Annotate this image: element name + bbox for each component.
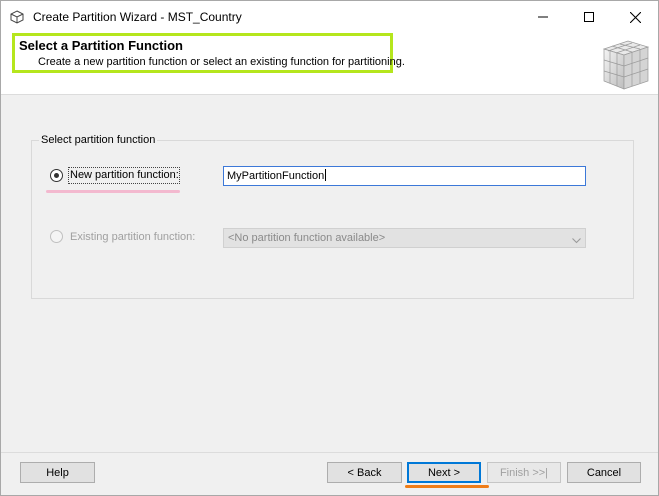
window-title: Create Partition Wizard - MST_Country	[33, 10, 242, 24]
maximize-button[interactable]	[566, 1, 612, 33]
function-name-value: MyPartitionFunction	[227, 170, 325, 182]
existing-function-value: <No partition function available>	[228, 232, 386, 244]
existing-function-radio[interactable]	[50, 230, 63, 243]
app-icon	[10, 10, 24, 24]
new-function-radio[interactable]	[50, 169, 63, 182]
minimize-button[interactable]	[520, 1, 566, 33]
help-button[interactable]: Help	[20, 462, 95, 483]
minimize-icon	[538, 12, 548, 22]
chevron-down-icon	[572, 234, 581, 248]
select-partition-function-group	[31, 140, 634, 299]
maximize-icon	[584, 12, 594, 22]
group-legend: Select partition function	[39, 134, 158, 146]
close-icon	[629, 11, 641, 23]
title-bar[interactable]: Create Partition Wizard - MST_Country	[1, 1, 658, 33]
footer-separator	[1, 452, 658, 453]
pink-underline-annotation	[46, 190, 180, 193]
existing-function-select[interactable]: <No partition function available>	[223, 228, 586, 248]
function-name-input[interactable]: MyPartitionFunction	[223, 166, 586, 186]
page-subtitle: Create a new partition function or selec…	[38, 56, 405, 68]
wizard-header: Select a Partition Function Create a new…	[1, 33, 658, 95]
orange-underline-annotation	[405, 485, 489, 488]
wizard-window: Create Partition Wizard - MST_Country Se…	[0, 0, 659, 496]
next-button[interactable]: Next >	[407, 462, 481, 483]
existing-function-label[interactable]: Existing partition function:	[70, 231, 195, 243]
back-button[interactable]: < Back	[327, 462, 402, 483]
text-caret	[325, 169, 327, 181]
radio-selected-dot	[54, 173, 59, 178]
close-button[interactable]	[612, 1, 658, 33]
cancel-button[interactable]: Cancel	[567, 462, 641, 483]
page-title: Select a Partition Function	[19, 38, 183, 53]
cube-grid-icon	[598, 35, 654, 93]
new-function-label[interactable]: New partition function:	[70, 169, 179, 181]
finish-button[interactable]: Finish >>|	[487, 462, 561, 483]
